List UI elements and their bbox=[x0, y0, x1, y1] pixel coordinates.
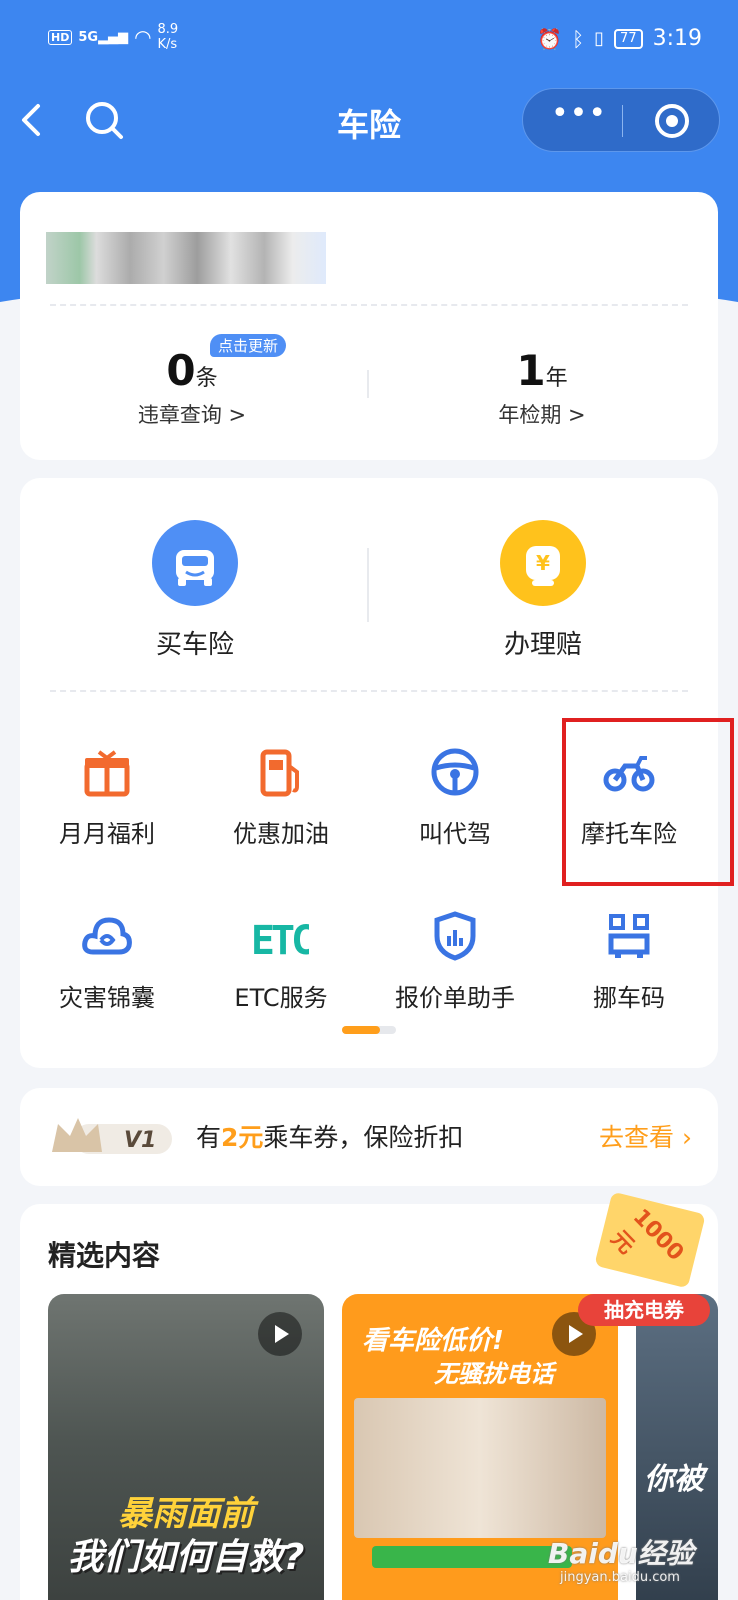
violations-stat[interactable]: 0条 违章查询 > bbox=[42, 346, 342, 429]
chevron-right-icon: › bbox=[682, 1123, 692, 1152]
buy-insurance-label: 买车险 bbox=[155, 630, 234, 660]
view-link[interactable]: 去查看 › bbox=[599, 1118, 692, 1154]
section-title: 精选内容 bbox=[48, 1239, 161, 1272]
service-quote-assistant[interactable]: 报价单助手 bbox=[375, 908, 535, 1013]
caption-line: 我们如何自救? bbox=[67, 1537, 305, 1578]
yuan-coin-icon: ¥ bbox=[500, 520, 586, 606]
promo-text: 有2元乘车券，保险折扣 bbox=[196, 1123, 464, 1152]
service-label: 叫代驾 bbox=[419, 820, 491, 848]
vibrate-icon: ▯ bbox=[594, 28, 605, 49]
service-etc[interactable]: ETC ETC服务 bbox=[201, 908, 361, 1013]
status-bar: HD 5G▂▄▆ ◠ 8.9 K/s ⏰ ᛒ ▯ 77 3:19 bbox=[0, 0, 738, 80]
violations-unit: 条 bbox=[195, 366, 218, 391]
svg-text:¥: ¥ bbox=[536, 551, 550, 575]
charging-coupon-float[interactable]: 1000元 抽充电券 bbox=[576, 1191, 714, 1326]
stat-divider bbox=[367, 370, 369, 398]
caption-line: 你被 bbox=[644, 1462, 704, 1497]
caption-line: 暴雨面前 bbox=[118, 1494, 254, 1534]
mini-program-capsule: ••• bbox=[522, 88, 720, 152]
shield-chart-icon bbox=[434, 911, 476, 961]
watermark-url: jingyan.baidu.com bbox=[560, 1570, 680, 1585]
divider bbox=[50, 690, 688, 692]
inspection-unit: 年 bbox=[545, 366, 568, 391]
inspection-value: 1 bbox=[516, 346, 546, 395]
gift-icon bbox=[84, 750, 130, 797]
etc-icon: ETC bbox=[251, 918, 317, 964]
move-car-code-icon bbox=[608, 914, 650, 958]
fuel-pump-icon bbox=[260, 749, 299, 797]
violations-count: 0 bbox=[166, 346, 196, 395]
service-label: 灾害锦囊 bbox=[59, 984, 155, 1012]
service-fuel-discount[interactable]: 优惠加油 bbox=[201, 744, 361, 849]
service-label: 挪车码 bbox=[593, 984, 665, 1012]
close-target-icon[interactable] bbox=[653, 102, 691, 140]
cloud-icon bbox=[82, 917, 132, 955]
service-move-car-code[interactable]: 挪车码 bbox=[549, 908, 709, 1013]
level-text: V1 bbox=[124, 1128, 156, 1153]
claim-button[interactable]: ¥ 办理赔 bbox=[443, 520, 643, 661]
steering-wheel-icon bbox=[431, 748, 479, 796]
caption-line: 无骚扰电话 bbox=[434, 1360, 554, 1388]
violations-link[interactable]: 违章查询 > bbox=[42, 399, 342, 429]
video-card[interactable]: 暴雨面前 我们如何自救? ▷ 20757 ♡ 535 bbox=[48, 1294, 324, 1600]
action-divider bbox=[367, 548, 369, 622]
coupon-badge: 抽充电券 bbox=[578, 1294, 710, 1326]
signal-icon: 5G▂▄▆ bbox=[78, 29, 129, 45]
alarm-icon: ⏰ bbox=[537, 26, 563, 51]
video-caption: 暴雨面前 我们如何自救? bbox=[48, 1492, 324, 1580]
page-indicator bbox=[342, 1026, 396, 1034]
divider bbox=[50, 304, 688, 306]
inspection-link[interactable]: 年检期 > bbox=[392, 399, 692, 429]
license-plate-blurred bbox=[46, 232, 326, 284]
service-disaster-tips[interactable]: 灾害锦囊 bbox=[27, 908, 187, 1013]
promo-card[interactable]: V1 有2元乘车券，保险折扣 去查看 › bbox=[20, 1088, 718, 1186]
capsule-divider bbox=[622, 105, 623, 137]
network-speed: 8.9 K/s bbox=[157, 22, 179, 52]
car-icon bbox=[152, 520, 238, 606]
more-button[interactable]: ••• bbox=[547, 99, 611, 139]
play-icon bbox=[258, 1312, 302, 1356]
service-label: ETC服务 bbox=[234, 984, 328, 1012]
highlight-box bbox=[562, 718, 734, 886]
service-label: 报价单助手 bbox=[395, 984, 515, 1012]
video-thumbnail bbox=[354, 1398, 606, 1538]
service-monthly-benefits[interactable]: 月月福利 bbox=[27, 744, 187, 849]
caption-line: 看车险低价! bbox=[362, 1326, 504, 1356]
crown-level-badge: V1 bbox=[52, 1118, 172, 1154]
service-designated-driver[interactable]: 叫代驾 bbox=[375, 744, 535, 849]
watermark: Baidu经验 bbox=[548, 1537, 694, 1570]
coupon-icon: 1000元 bbox=[594, 1191, 706, 1289]
search-banner bbox=[372, 1546, 572, 1568]
bluetooth-icon: ᛒ bbox=[572, 26, 585, 51]
nav-bar: 车险 ••• bbox=[0, 82, 738, 162]
buy-insurance-button[interactable]: 买车险 bbox=[95, 520, 295, 661]
inspection-stat[interactable]: 1年 年检期 > bbox=[392, 346, 692, 429]
battery-indicator: 77 bbox=[614, 28, 643, 49]
service-label: 优惠加油 bbox=[233, 820, 329, 848]
service-label: 月月福利 bbox=[59, 820, 155, 848]
hd-indicator: HD bbox=[48, 29, 73, 45]
clock: 3:19 bbox=[652, 26, 702, 51]
svg-text:ETC: ETC bbox=[253, 918, 309, 964]
claim-label: 办理赔 bbox=[503, 630, 582, 660]
wifi-icon: ◠ bbox=[134, 25, 152, 49]
